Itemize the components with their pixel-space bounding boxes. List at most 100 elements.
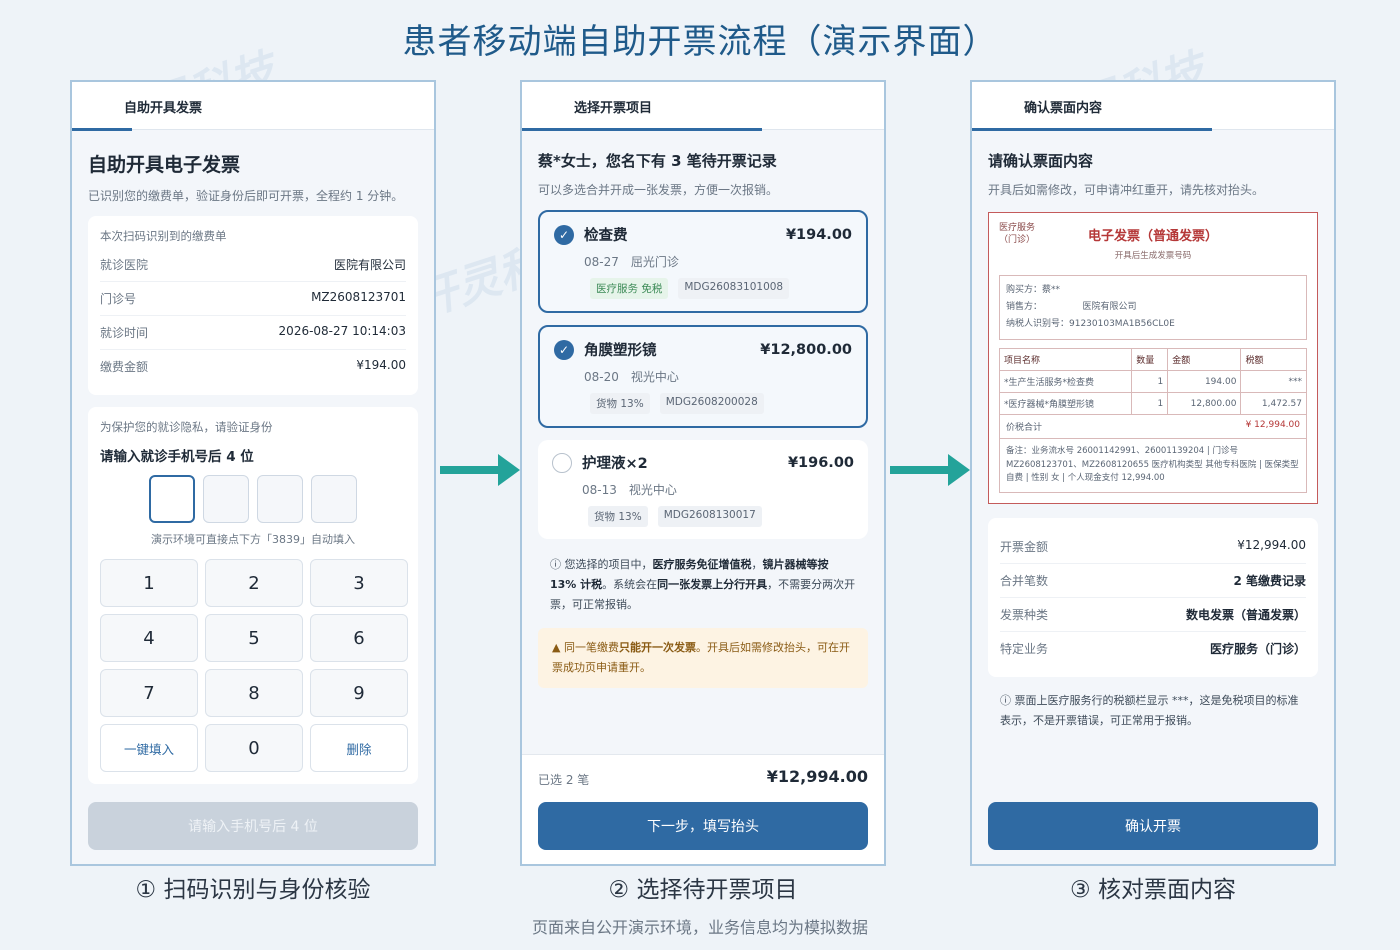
pin-digit-4[interactable]	[311, 475, 357, 523]
checkbox-unchecked-icon[interactable]	[552, 452, 572, 473]
field-row: 就诊时间 2026-08-27 10:14:03	[100, 316, 406, 350]
note-text: 票面上医疗服务行的税额栏显示 ***，这是免税项目的标准表示，不是开票错误，可正…	[1000, 694, 1299, 727]
key-0[interactable]: 0	[205, 724, 303, 772]
field-label: 就诊时间	[100, 326, 149, 340]
bottom-note: 页面来自公开演示环境，业务信息均为模拟数据	[531, 918, 868, 937]
item-meta: 08-13 视光中心	[582, 483, 677, 497]
table-row: *生产生活服务*检查费 1 194.00 ***	[998, 370, 1307, 394]
arrow-right-icon	[890, 454, 970, 486]
invoice-total-row: 价税合计 ¥ 12,994.00	[999, 415, 1307, 440]
phone-step1: 自助开具发票 自助开具电子发票 已识别您的缴费单，验证身份后即可开票，全程约 1…	[70, 80, 436, 866]
confirm-invoice-button[interactable]: 确认开票	[988, 802, 1318, 850]
invoice-item[interactable]: 护理液×2 ¥196.00 08-13 视光中心 货物 13% MDG260813…	[538, 440, 868, 539]
table-row: *医疗器械*角膜塑形镜 1 12,800.00 1,472.57	[998, 392, 1307, 416]
party-info: 购买方：蔡** 销售方： 医院有限公司 纳税人识别号：91230103MA1B5…	[999, 275, 1307, 341]
pin-digit-3[interactable]	[257, 475, 303, 523]
step-caption: ② 选择待开票项目	[608, 877, 798, 903]
table-header-row: 项目名称 数量 金额 税额	[998, 348, 1307, 372]
cell: 1	[1131, 370, 1169, 394]
warning-icon: ▲	[552, 641, 564, 655]
tax-info-note: ⓘ 您选择的项目中，医疗服务免征增值税，镜片器械等按 13% 计税。系统会在同一…	[538, 555, 868, 614]
top-tab-bar: 确认票面内容	[972, 82, 1334, 131]
key-4[interactable]: 4	[100, 614, 198, 662]
step-caption: ① 扫码识别与身份核验	[135, 877, 371, 903]
invoice-remark: 备注：业务流水号 26001142991、26001139204 | 门诊号 M…	[999, 439, 1307, 494]
item-price: ¥194.00	[785, 226, 852, 243]
tab-underline	[522, 128, 762, 131]
item-price: ¥12,800.00	[760, 341, 852, 358]
tab-title: 自助开具发票	[124, 101, 203, 116]
checkbox-checked-icon[interactable]: ✓	[554, 339, 574, 360]
field-row: 就诊医院 医院有限公司	[100, 248, 406, 282]
card-title: 本次扫码识别到的缴费单	[100, 229, 227, 243]
key-3[interactable]: 3	[310, 559, 408, 607]
phone-step3: 确认票面内容 请确认票面内容 开具后如需修改，可申请冲红重开，请先核对抬头。 医…	[970, 80, 1336, 866]
tax-star-note: ⓘ 票面上医疗服务行的税额栏显示 ***，这是免税项目的标准表示，不是开票错误，…	[988, 691, 1318, 731]
summary-value: 医疗服务（门诊）	[1209, 642, 1306, 657]
delete-key[interactable]: 删除	[310, 724, 408, 772]
invoice-lines-table: 项目名称 数量 金额 税额 *生产生活服务*检查费 1 194.00 *** *…	[998, 348, 1307, 416]
bill-card: 本次扫码识别到的缴费单 就诊医院 医院有限公司 门诊号 MZ2608123701 就…	[88, 216, 418, 395]
col-header: 项目名称	[998, 348, 1133, 372]
autofill-key[interactable]: 一键填入	[100, 724, 198, 772]
field-value: 2026-08-27 10:14:03	[278, 324, 406, 338]
cell: 194.00	[1167, 370, 1242, 394]
bill-no-tag: MDG26083101008	[678, 278, 790, 299]
summary-row: 合并笔数 2 笔缴费记录	[1000, 564, 1306, 599]
item-name: 检查费	[584, 228, 628, 244]
item-name: 角膜塑形镜	[584, 343, 657, 359]
phone-step2: 选择开票项目 蔡*女士，您名下有 3 笔待开票记录 可以多选合并开成一张发票，方…	[520, 80, 886, 866]
bill-no-tag: MDG2608130017	[657, 506, 762, 527]
total-value: ¥ 12,994.00	[1245, 420, 1300, 431]
field-label: 缴费金额	[100, 360, 149, 374]
page-subtitle: 可以多选合并开成一张发票，方便一次报销。	[538, 183, 779, 197]
summary-row: 发票种类 数电发票（普通发票）	[1000, 598, 1306, 633]
invoice-item[interactable]: ✓ 角膜塑形镜 ¥12,800.00 08-20 视光中心 货物 13% MDG26…	[538, 325, 868, 428]
info-text-f: 同一张发票上分行开具	[657, 577, 768, 591]
page-subtitle: 开具后如需修改，可申请冲红重开，请先核对抬头。	[988, 183, 1265, 197]
key-8[interactable]: 8	[205, 669, 303, 717]
next-step-button[interactable]: 下一步，填写抬头	[538, 802, 868, 850]
pin-digit-2[interactable]	[203, 475, 249, 523]
seller: 销售方： 医院有限公司	[1006, 302, 1137, 313]
info-icon: ⓘ	[1000, 694, 1015, 708]
verify-card: 为保护您的就诊隐私，请验证身份 请输入就诊手机号后 4 位 演示环境可直接点下方…	[88, 407, 418, 784]
key-6[interactable]: 6	[310, 614, 408, 662]
summary-card: 开票金额 ¥12,994.00 合并笔数 2 笔缴费记录 发票种类 数电发票（普通发票…	[988, 518, 1318, 678]
key-1[interactable]: 1	[100, 559, 198, 607]
key-7[interactable]: 7	[100, 669, 198, 717]
key-2[interactable]: 2	[205, 559, 303, 607]
cell: 1,472.57	[1240, 392, 1307, 416]
tab-title: 选择开票项目	[574, 101, 653, 116]
cell: *医疗器械*角膜塑形镜	[998, 392, 1133, 416]
submit-phone-button[interactable]: 请输入手机号后 4 位	[88, 802, 418, 850]
cell: *生产生活服务*检查费	[998, 370, 1133, 394]
field-row: 缴费金额 ¥194.00	[100, 350, 406, 383]
warning-note: ▲ 同一笔缴费只能开一次发票。开具后如需修改抬头，可在开票成功页申请重开。	[538, 628, 868, 688]
col-header: 金额	[1167, 348, 1242, 372]
field-label: 就诊医院	[100, 258, 149, 272]
summary-row: 特定业务 医疗服务（门诊）	[1000, 632, 1306, 665]
invoice-preview: 医疗服务 （门诊） 电子发票（普通发票） 开具后生成发票号码 购买方：蔡** 销…	[988, 212, 1318, 505]
page-heading: 蔡*女士，您名下有 3 笔待开票记录	[538, 152, 777, 170]
tax-tag: 医疗服务 免税	[590, 278, 669, 299]
top-tab-bar: 选择开票项目	[522, 82, 884, 131]
autofill-hint: 演示环境可直接点下方「3839」自动填入	[151, 533, 355, 546]
field-row: 门诊号 MZ2608123701	[100, 282, 406, 316]
total-label: 价税合计	[1006, 423, 1043, 434]
cell: 12,800.00	[1167, 392, 1242, 416]
key-9[interactable]: 9	[310, 669, 408, 717]
checkbox-checked-icon[interactable]: ✓	[554, 224, 574, 245]
invoice-no-note: 开具后生成发票号码	[1114, 251, 1192, 261]
cell: ***	[1240, 370, 1307, 394]
field-value: 医院有限公司	[333, 258, 406, 272]
invoice-item[interactable]: ✓ 检查费 ¥194.00 08-27 屈光门诊 医疗服务 免税 MDG260831…	[538, 210, 868, 313]
tax-id: 纳税人识别号：91230103MA1B56CL0E	[1006, 319, 1175, 330]
pin-digit-1[interactable]	[149, 475, 195, 523]
key-5[interactable]: 5	[205, 614, 303, 662]
summary-value: ¥12,994.00	[1237, 538, 1306, 553]
verify-note: 为保护您的就诊隐私，请验证身份	[100, 420, 273, 434]
page-heading: 自助开具电子发票	[88, 154, 241, 176]
tax-tag: 货物 13%	[590, 393, 650, 414]
tax-tag: 货物 13%	[588, 506, 648, 527]
